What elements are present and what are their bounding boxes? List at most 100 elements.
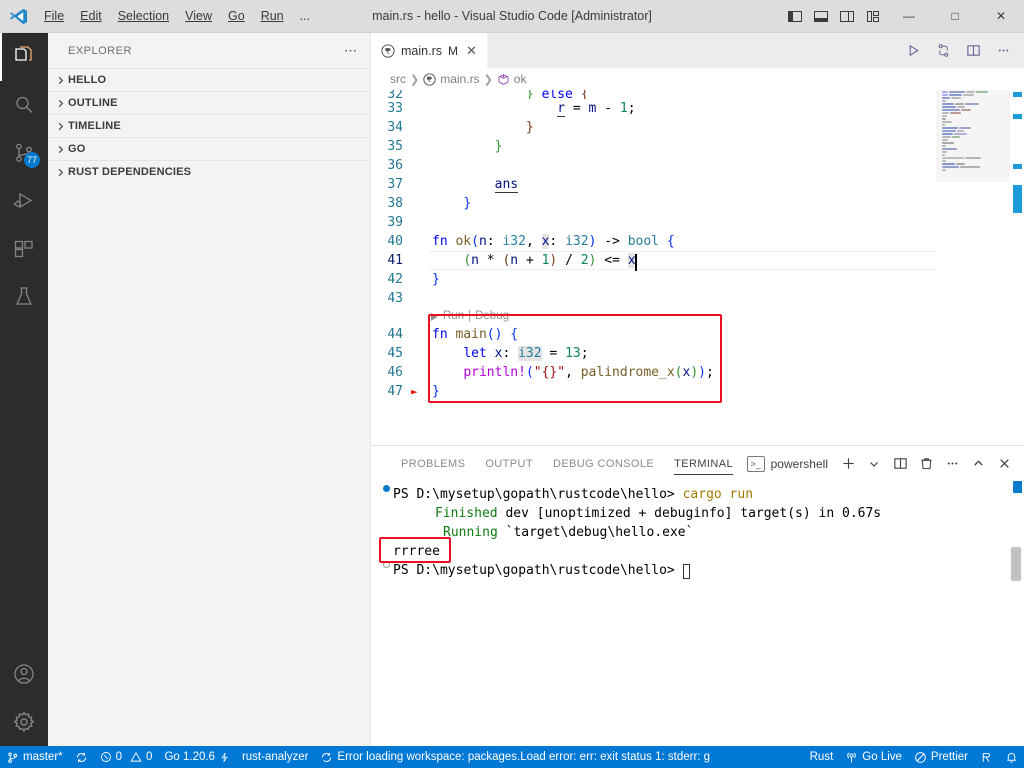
terminal-running-text: `target\debug\hello.exe`	[505, 525, 694, 540]
chevron-right-icon	[52, 99, 68, 108]
activity-testing-icon[interactable]	[0, 273, 48, 321]
terminal-selector[interactable]: >_ powershell	[746, 455, 834, 472]
status-workspace-error[interactable]: Error loading workspace: packages.Load e…	[314, 746, 716, 768]
activity-source-control-icon[interactable]: 77	[0, 129, 48, 177]
fold-indicator[interactable]	[415, 344, 429, 363]
breadcrumb-separator-icon: ❯	[410, 73, 420, 86]
status-go-version[interactable]: Go 1.20.6	[158, 746, 236, 768]
activity-search-icon[interactable]	[0, 81, 48, 129]
activity-extensions-icon[interactable]	[0, 225, 48, 273]
tab-debug-console[interactable]: DEBUG CONSOLE	[543, 446, 664, 481]
codelens-run-label[interactable]: Run	[443, 307, 464, 326]
fold-indicator[interactable]	[415, 325, 429, 344]
menu-run[interactable]: Run	[253, 0, 292, 32]
activity-explorer-icon[interactable]	[0, 33, 48, 81]
breadcrumb-separator-icon: ❯	[483, 73, 493, 86]
menu-file[interactable]: File	[36, 0, 72, 32]
split-editor-right-icon[interactable]	[960, 38, 986, 64]
fold-indicator[interactable]	[415, 194, 429, 213]
activity-run-debug-icon[interactable]	[0, 177, 48, 225]
sidebar-more-actions-icon[interactable]: ⋯	[344, 43, 358, 59]
fold-indicator[interactable]	[415, 99, 429, 118]
toggle-primary-sidebar-icon[interactable]	[782, 0, 808, 32]
sidebar-item-go[interactable]: GO	[48, 137, 370, 160]
tab-problems[interactable]: PROBLEMS	[391, 446, 475, 481]
window-close-button[interactable]: ✕	[978, 0, 1024, 32]
editor-tabs-bar: main.rs M ✕	[371, 33, 1024, 68]
menu-more[interactable]: ...	[292, 0, 318, 32]
terminal-scrollbar-thumb[interactable]	[1011, 547, 1021, 581]
split-terminal-icon[interactable]	[888, 452, 912, 476]
status-rust-analyzer[interactable]: rust-analyzer	[236, 746, 314, 768]
window-minimize-button[interactable]: —	[886, 0, 932, 32]
fold-indicator[interactable]	[415, 270, 429, 289]
sidebar-item-rust-dependencies[interactable]: RUST DEPENDENCIES	[48, 160, 370, 183]
status-prettier[interactable]: Prettier	[908, 746, 974, 768]
fold-indicator[interactable]	[415, 118, 429, 137]
status-notifications[interactable]	[999, 746, 1024, 768]
status-go-live[interactable]: Go Live	[839, 746, 908, 768]
menu-selection[interactable]: Selection	[110, 0, 177, 32]
close-panel-icon[interactable]	[992, 452, 1016, 476]
tab-main-rs[interactable]: main.rs M ✕	[371, 33, 488, 68]
fold-indicator[interactable]	[415, 175, 429, 194]
menu-go[interactable]: Go	[220, 0, 253, 32]
editor-overview-ruler[interactable]	[1012, 90, 1022, 445]
code-line-42: 42 }	[371, 270, 1024, 289]
code-editor[interactable]: 32 } else { 33 r = m - 1; 34} 35} 36 3…	[371, 90, 1024, 445]
tab-terminal[interactable]: TERMINAL	[664, 446, 743, 481]
activity-accounts-icon[interactable]	[0, 650, 48, 698]
minimap-slider[interactable]	[936, 90, 1010, 182]
editor-group: main.rs M ✕ src ❯ main.rs ❯ ok 32} else…	[371, 33, 1024, 746]
fold-indicator[interactable]	[415, 137, 429, 156]
sidebar-item-outline[interactable]: OUTLINE	[48, 91, 370, 114]
status-remote-window[interactable]	[974, 746, 999, 768]
toggle-panel-icon[interactable]	[808, 0, 834, 32]
status-sync[interactable]	[69, 746, 94, 768]
kill-terminal-trash-icon[interactable]	[914, 452, 938, 476]
breadcrumb-item-ok[interactable]: ok	[497, 72, 526, 86]
customize-layout-icon[interactable]	[860, 0, 886, 32]
menu-edit[interactable]: Edit	[72, 0, 110, 32]
fold-indicator[interactable]	[415, 213, 429, 232]
status-language-mode[interactable]: Rust	[804, 746, 840, 768]
fold-indicator[interactable]	[415, 363, 429, 382]
fold-indicator[interactable]	[415, 156, 429, 175]
debug-breakpoint-arrow-icon[interactable]: ►	[411, 382, 418, 401]
window-maximize-button[interactable]: □	[932, 0, 978, 32]
line-code: fn ok(n: i32, x: i32) -> bool {	[432, 234, 675, 249]
run-code-icon[interactable]	[900, 38, 926, 64]
breadcrumb-src-label: src	[390, 72, 406, 86]
title-bar: File Edit Selection View Go Run ... main…	[0, 0, 1024, 33]
status-problems[interactable]: 0 0	[94, 746, 159, 768]
fold-indicator[interactable]	[415, 232, 429, 251]
sidebar-item-hello[interactable]: HELLO	[48, 68, 370, 91]
codelens-debug-label[interactable]: Debug	[475, 307, 509, 326]
tab-output[interactable]: OUTPUT	[475, 446, 543, 481]
codelens-run-debug[interactable]: Run | Debug	[371, 308, 1024, 325]
status-branch[interactable]: master*	[0, 746, 69, 768]
line-number: 35	[387, 139, 403, 154]
sidebar-item-timeline[interactable]: TIMELINE	[48, 114, 370, 137]
run-and-debug-icon[interactable]	[930, 38, 956, 64]
code-line-36: 36	[371, 156, 1024, 175]
toggle-secondary-sidebar-icon[interactable]	[834, 0, 860, 32]
symbol-function-icon	[497, 73, 510, 86]
line-code: }	[463, 196, 472, 211]
maximize-panel-chevron-up-icon[interactable]	[966, 452, 990, 476]
status-branch-label: master*	[23, 751, 63, 763]
breadcrumb-item-main-rs[interactable]: main.rs	[423, 72, 480, 86]
fold-indicator[interactable]	[415, 251, 429, 270]
fold-indicator[interactable]	[415, 90, 429, 99]
terminal-output[interactable]: PS D:\mysetup\gopath\rustcode\hello> car…	[371, 481, 1024, 746]
tab-output-label: OUTPUT	[485, 457, 533, 470]
tab-close-icon[interactable]: ✕	[466, 43, 477, 59]
terminal-dropdown-chevron-down-icon[interactable]	[862, 452, 886, 476]
fold-indicator[interactable]	[415, 289, 429, 308]
breadcrumb-item-src[interactable]: src	[390, 72, 406, 86]
editor-more-actions-icon[interactable]	[990, 38, 1016, 64]
new-terminal-icon[interactable]	[836, 452, 860, 476]
menu-view[interactable]: View	[177, 0, 220, 32]
panel-more-actions-icon[interactable]	[940, 452, 964, 476]
activity-settings-gear-icon[interactable]	[0, 698, 48, 746]
